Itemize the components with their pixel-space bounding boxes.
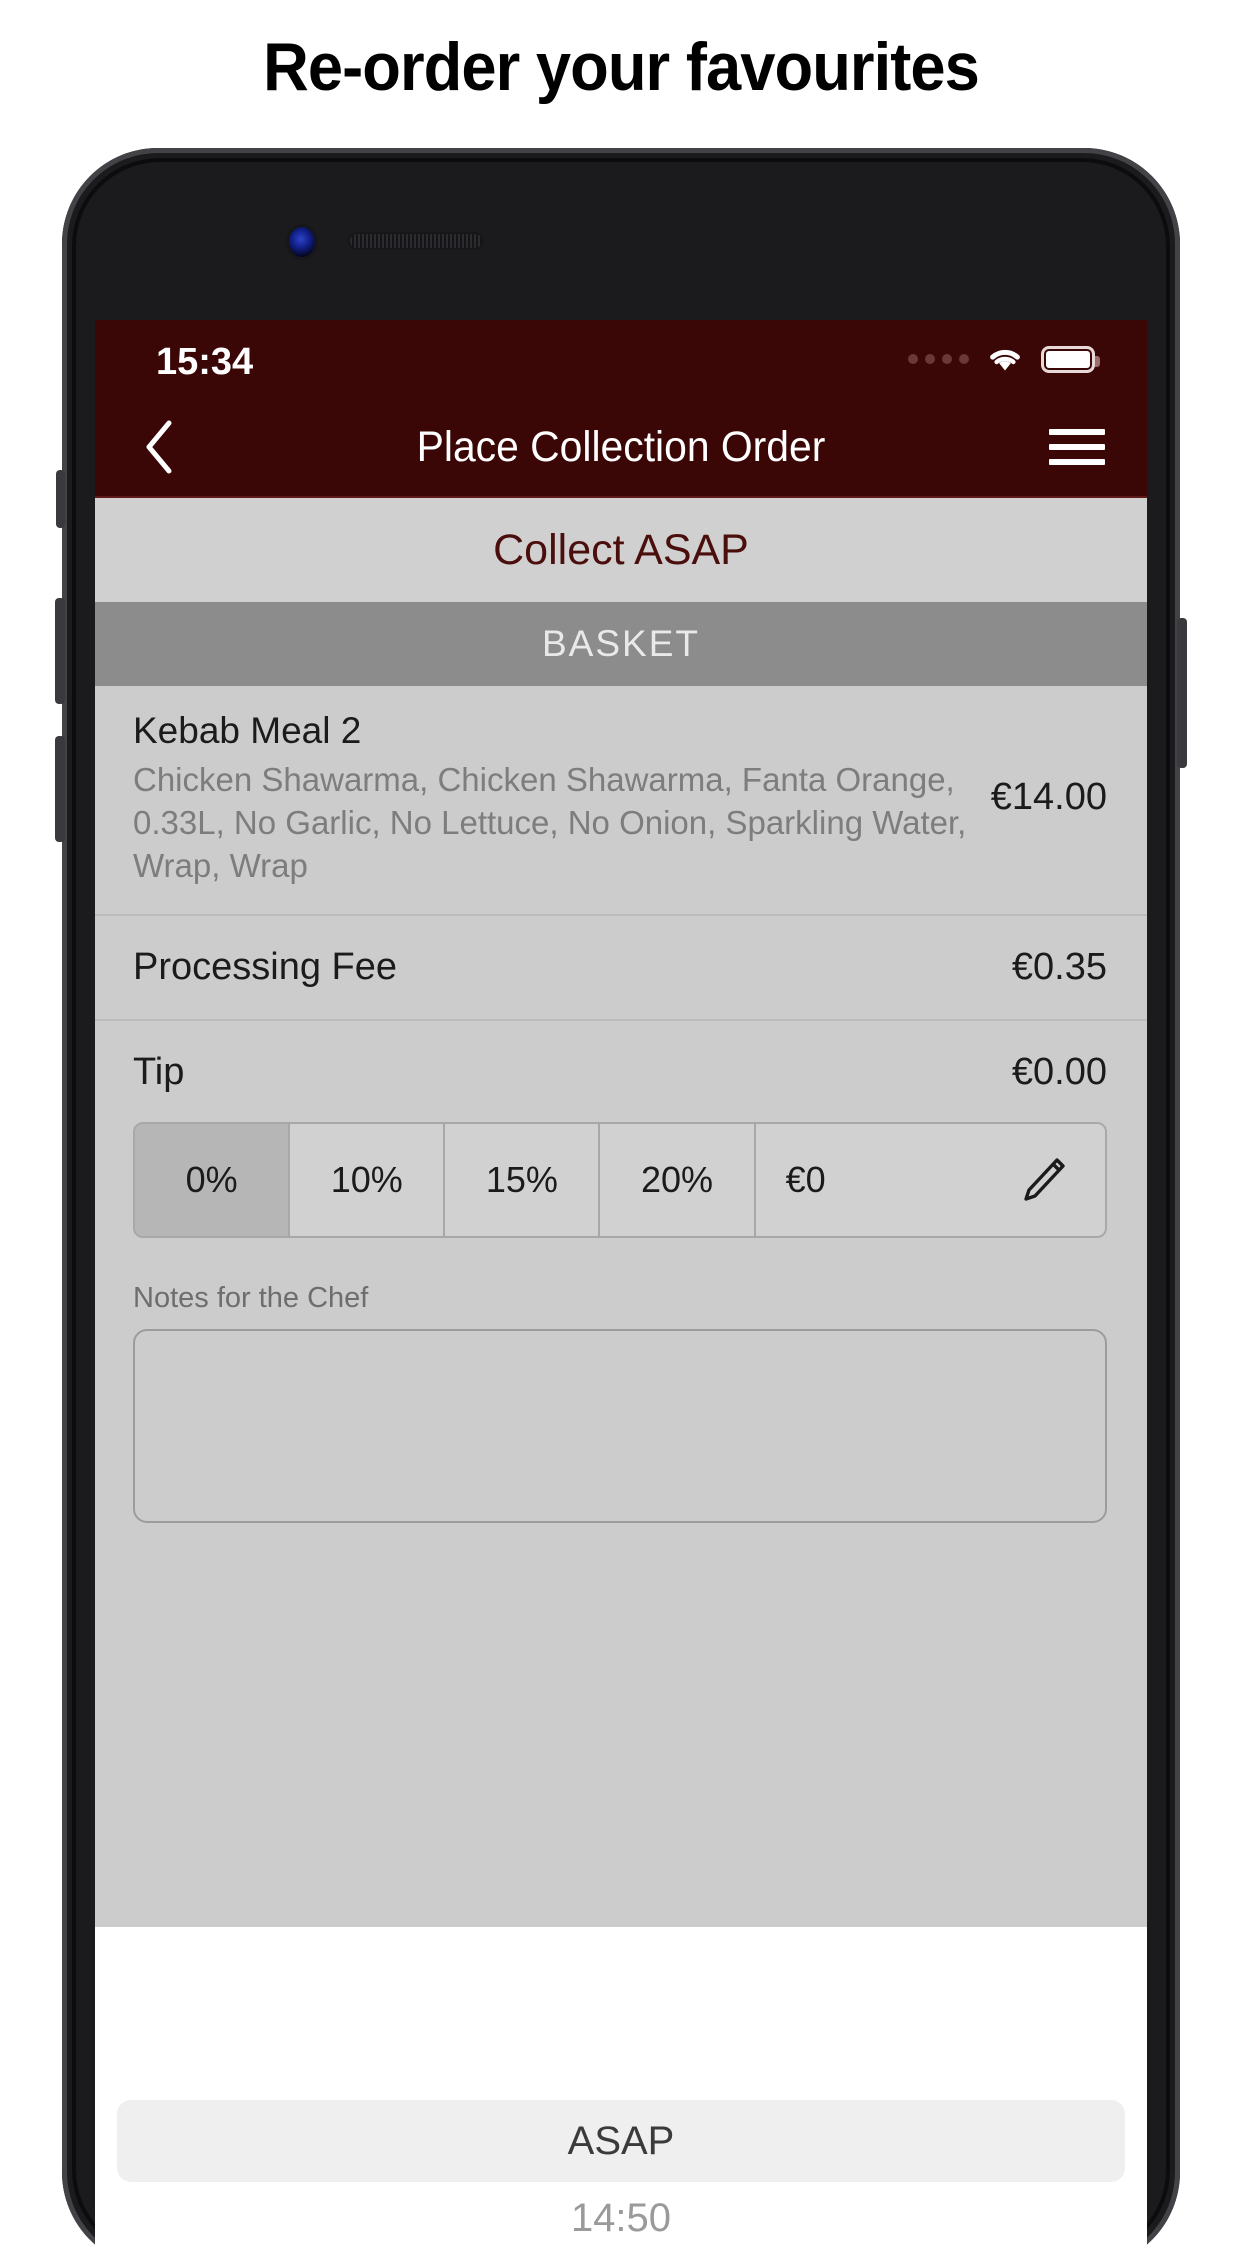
asap-button[interactable]: ASAP (117, 2100, 1125, 2182)
nav-bar: Place Collection Order (95, 398, 1147, 498)
tip-option-10[interactable]: 10% (290, 1123, 446, 1236)
sheet-time-option[interactable]: 14:50 (95, 2196, 1147, 2241)
earpiece-speaker (350, 234, 482, 248)
power-button[interactable] (1177, 618, 1187, 768)
volume-up-button[interactable] (55, 598, 65, 704)
basket-item-description: Chicken Shawarma, Chicken Shawarma, Fant… (133, 761, 967, 884)
pencil-icon[interactable] (1017, 1154, 1069, 1206)
tip-option-15[interactable]: 15% (445, 1123, 601, 1236)
tip-option-20[interactable]: 20% (600, 1123, 756, 1236)
nav-title: Place Collection Order (416, 422, 826, 471)
collect-asap-band[interactable]: Collect ASAP (95, 498, 1147, 602)
processing-fee-value: €0.35 (1011, 945, 1107, 988)
battery-full-icon (1041, 345, 1100, 373)
processing-fee-row: Processing Fee €0.35 (95, 916, 1147, 1021)
basket-item-name: Kebab Meal 2 (133, 710, 362, 751)
notes-input[interactable] (133, 1328, 1107, 1523)
phone-mockup: 15:34 Place Collection Order Collect ASA… (55, 148, 1187, 2268)
bottom-sheet: ASAP 14:50 (95, 1927, 1147, 2268)
status-time: 15:34 (156, 341, 254, 383)
processing-fee-label: Processing Fee (133, 945, 398, 988)
basket-body: Kebab Meal 2 Chicken Shawarma, Chicken S… (95, 686, 1147, 1523)
tip-custom-amount: €0 (785, 1158, 826, 1200)
basket-item-price: €14.00 (990, 776, 1107, 819)
tip-option-0[interactable]: 0% (135, 1123, 291, 1236)
wifi-icon (990, 349, 1020, 371)
basket-item-text: Kebab Meal 2 Chicken Shawarma, Chicken S… (133, 708, 991, 888)
status-icons (908, 344, 1100, 374)
tip-label: Tip (133, 1050, 185, 1093)
hamburger-menu-icon[interactable] (1049, 419, 1109, 475)
tip-custom-cell[interactable]: €0 (755, 1123, 1105, 1236)
volume-down-button[interactable] (55, 736, 65, 842)
tip-segmented-control[interactable]: 0% 10% 15% 20% €0 (133, 1121, 1107, 1238)
front-camera-icon (289, 227, 315, 257)
basket-section-header: BASKET (95, 602, 1147, 686)
basket-item-row[interactable]: Kebab Meal 2 Chicken Shawarma, Chicken S… (95, 686, 1147, 916)
silent-switch[interactable] (56, 470, 65, 528)
signal-dots-icon (908, 354, 969, 364)
page-title: Re-order your favourites (263, 29, 980, 105)
phone-screen: 15:34 Place Collection Order Collect ASA… (95, 320, 1147, 2268)
tip-row: Tip €0.00 (95, 1021, 1147, 1116)
tip-value: €0.00 (1011, 1050, 1107, 1093)
notes-label: Notes for the Chef (133, 1281, 369, 1314)
status-bar: 15:34 (95, 320, 1147, 398)
